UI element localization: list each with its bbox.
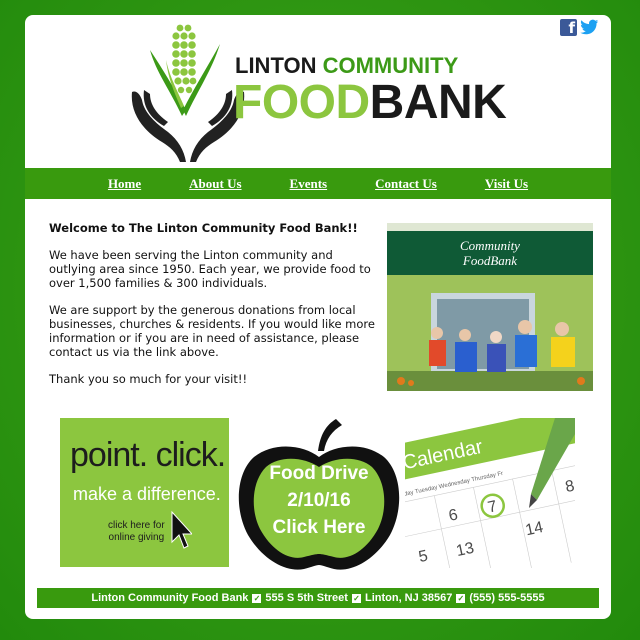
food-drive-date: 2/10/16 [287,490,351,511]
nav-contact-us[interactable]: Contact Us [375,176,437,192]
checkbox-icon: ✓ [456,593,466,603]
facebook-icon[interactable]: f [560,19,577,36]
intro-paragraph: We have been serving the Linton communit… [49,248,371,290]
page-card: f LINTON COMMUNITY FOODBANK Home About U… [25,15,611,619]
giving-cta: click here for online giving [108,520,165,544]
mouse-pointer-icon [171,510,192,549]
photo-sign-line1: Community [460,238,520,253]
footer-street: 555 S 5th Street [265,592,348,604]
twitter-icon[interactable] [580,19,599,36]
food-drive-cta: Click Here [272,517,366,538]
welcome-section: Welcome to The Linton Community Food Ban… [49,221,379,399]
giving-subline: make a difference. [73,484,221,504]
footer-city: Linton, NJ 38567 [364,592,453,604]
nav-visit-us[interactable]: Visit Us [485,176,528,192]
footer-bar: Linton Community Food Bank ✓ 555 S 5th S… [37,588,599,608]
food-drive-title: Food Drive [269,463,369,484]
calendar-tile[interactable]: Calendar unday Tuesday Wednesday Thursda… [405,418,575,568]
support-paragraph: We are support by the generous donations… [49,303,375,359]
calendar-num-13: 13 [455,540,476,560]
logo-title-line2: FOODBANK [233,76,507,129]
nav-about-us[interactable]: About Us [189,176,241,192]
thanks-paragraph: Thank you so much for your visit!! [49,372,248,386]
footer-phone: (555) 555-5555 [469,592,545,604]
checkbox-icon: ✓ [351,593,361,603]
main-nav: Home About Us Events Contact Us Visit Us [25,168,611,199]
welcome-heading: Welcome to The Linton Community Food Ban… [49,221,358,235]
giving-cta-line2: online giving [108,532,165,543]
storefront-photo: Community FoodBank [387,223,593,391]
logo-text-bank: BANK [369,76,507,129]
calendar-num-14: 14 [524,519,545,539]
online-giving-tile[interactable]: point. click. make a difference. click h… [60,418,229,567]
logo-text-food: FOOD [233,76,370,129]
footer-name: Linton Community Food Bank [91,592,249,604]
social-links: f [560,19,599,36]
logo-text-community: COMMUNITY [322,53,459,78]
logo-corn-hands-icon [131,24,245,162]
nav-events[interactable]: Events [290,176,328,192]
giving-headline: point. click. [70,436,226,474]
checkbox-icon: ✓ [252,593,262,603]
giving-cta-line1: click here for [108,520,165,531]
food-drive-apple[interactable]: Food Drive 2/10/16 Click Here [234,417,404,575]
logo-text-linton: LINTON [235,53,317,78]
photo-sign-line2: FoodBank [462,253,517,268]
nav-home[interactable]: Home [108,176,141,192]
